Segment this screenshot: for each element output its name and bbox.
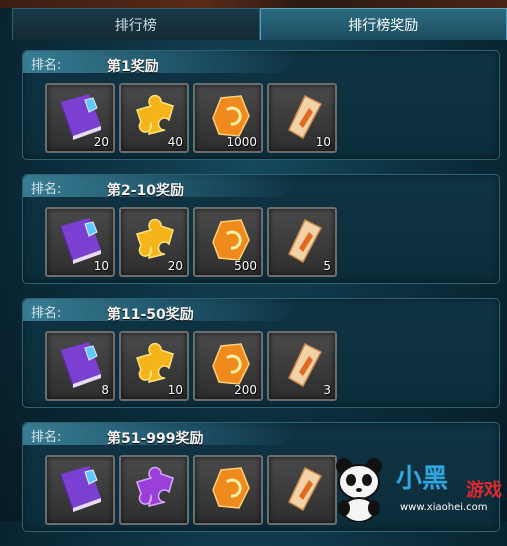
reward-slot[interactable]: 3 xyxy=(267,331,337,401)
rank-label: 排名: xyxy=(31,302,61,321)
rank-label: 排名: xyxy=(31,426,61,445)
reward-items xyxy=(45,455,337,525)
reward-slot[interactable]: 5 xyxy=(267,207,337,277)
reward-slot[interactable]: 8 xyxy=(45,331,115,401)
reward-slot[interactable]: 20 xyxy=(119,207,189,277)
item-quantity: 1000 xyxy=(226,135,257,149)
reward-slot[interactable]: 20 xyxy=(45,83,115,153)
reward-tier-card: 排名: 第11-50奖励 8 10 200 xyxy=(22,298,500,408)
reward-items: 10 20 500 5 xyxy=(45,207,337,277)
reward-slot[interactable]: 500 xyxy=(193,207,263,277)
rank-label: 排名: xyxy=(31,54,61,73)
site-watermark: 小黑 游戏 www.xiaohei.com xyxy=(316,450,507,521)
item-quantity: 500 xyxy=(234,259,257,273)
tier-title: 第1奖励 xyxy=(107,56,159,76)
tier-title: 第11-50奖励 xyxy=(107,304,194,324)
watermark-url: www.xiaohei.com xyxy=(400,502,488,513)
watermark-brand: 小黑 xyxy=(396,458,448,495)
reward-slot[interactable]: 10 xyxy=(45,207,115,277)
tab-leaderboard[interactable]: 排行榜 xyxy=(12,8,260,40)
reward-slot[interactable]: 200 xyxy=(193,331,263,401)
item-quantity: 8 xyxy=(101,383,109,397)
rank-label: 排名: xyxy=(31,178,61,197)
item-quantity: 10 xyxy=(168,383,183,397)
reward-slot[interactable]: 1000 xyxy=(193,83,263,153)
reward-items: 8 10 200 3 xyxy=(45,331,337,401)
watermark-suffix: 游戏 xyxy=(466,476,502,502)
item-quantity: 10 xyxy=(316,135,331,149)
reward-slot[interactable]: 10 xyxy=(119,331,189,401)
reward-slot[interactable]: 10 xyxy=(267,83,337,153)
item-quantity: 200 xyxy=(234,383,257,397)
tier-title: 第51-999奖励 xyxy=(107,428,204,448)
reward-slot[interactable]: 40 xyxy=(119,83,189,153)
reward-tier-card: 排名: 第1奖励 20 40 1000 xyxy=(22,50,500,160)
item-quantity: 3 xyxy=(323,383,331,397)
reward-tier-card: 排名: 第2-10奖励 10 20 500 xyxy=(22,174,500,284)
reward-slot[interactable] xyxy=(119,455,189,525)
item-quantity: 10 xyxy=(94,259,109,273)
tab-bar: 排行榜 排行榜奖励 xyxy=(12,8,507,40)
tab-leaderboard-rewards[interactable]: 排行榜奖励 xyxy=(260,8,507,40)
item-quantity: 20 xyxy=(168,259,183,273)
reward-items: 20 40 1000 10 xyxy=(45,83,337,153)
reward-slot[interactable] xyxy=(45,455,115,525)
reward-slot[interactable] xyxy=(193,455,263,525)
item-quantity: 20 xyxy=(94,135,109,149)
item-quantity: 40 xyxy=(168,135,183,149)
item-quantity: 5 xyxy=(323,259,331,273)
tier-header xyxy=(23,51,303,73)
tier-title: 第2-10奖励 xyxy=(107,180,184,200)
top-banner-strip xyxy=(0,0,507,8)
